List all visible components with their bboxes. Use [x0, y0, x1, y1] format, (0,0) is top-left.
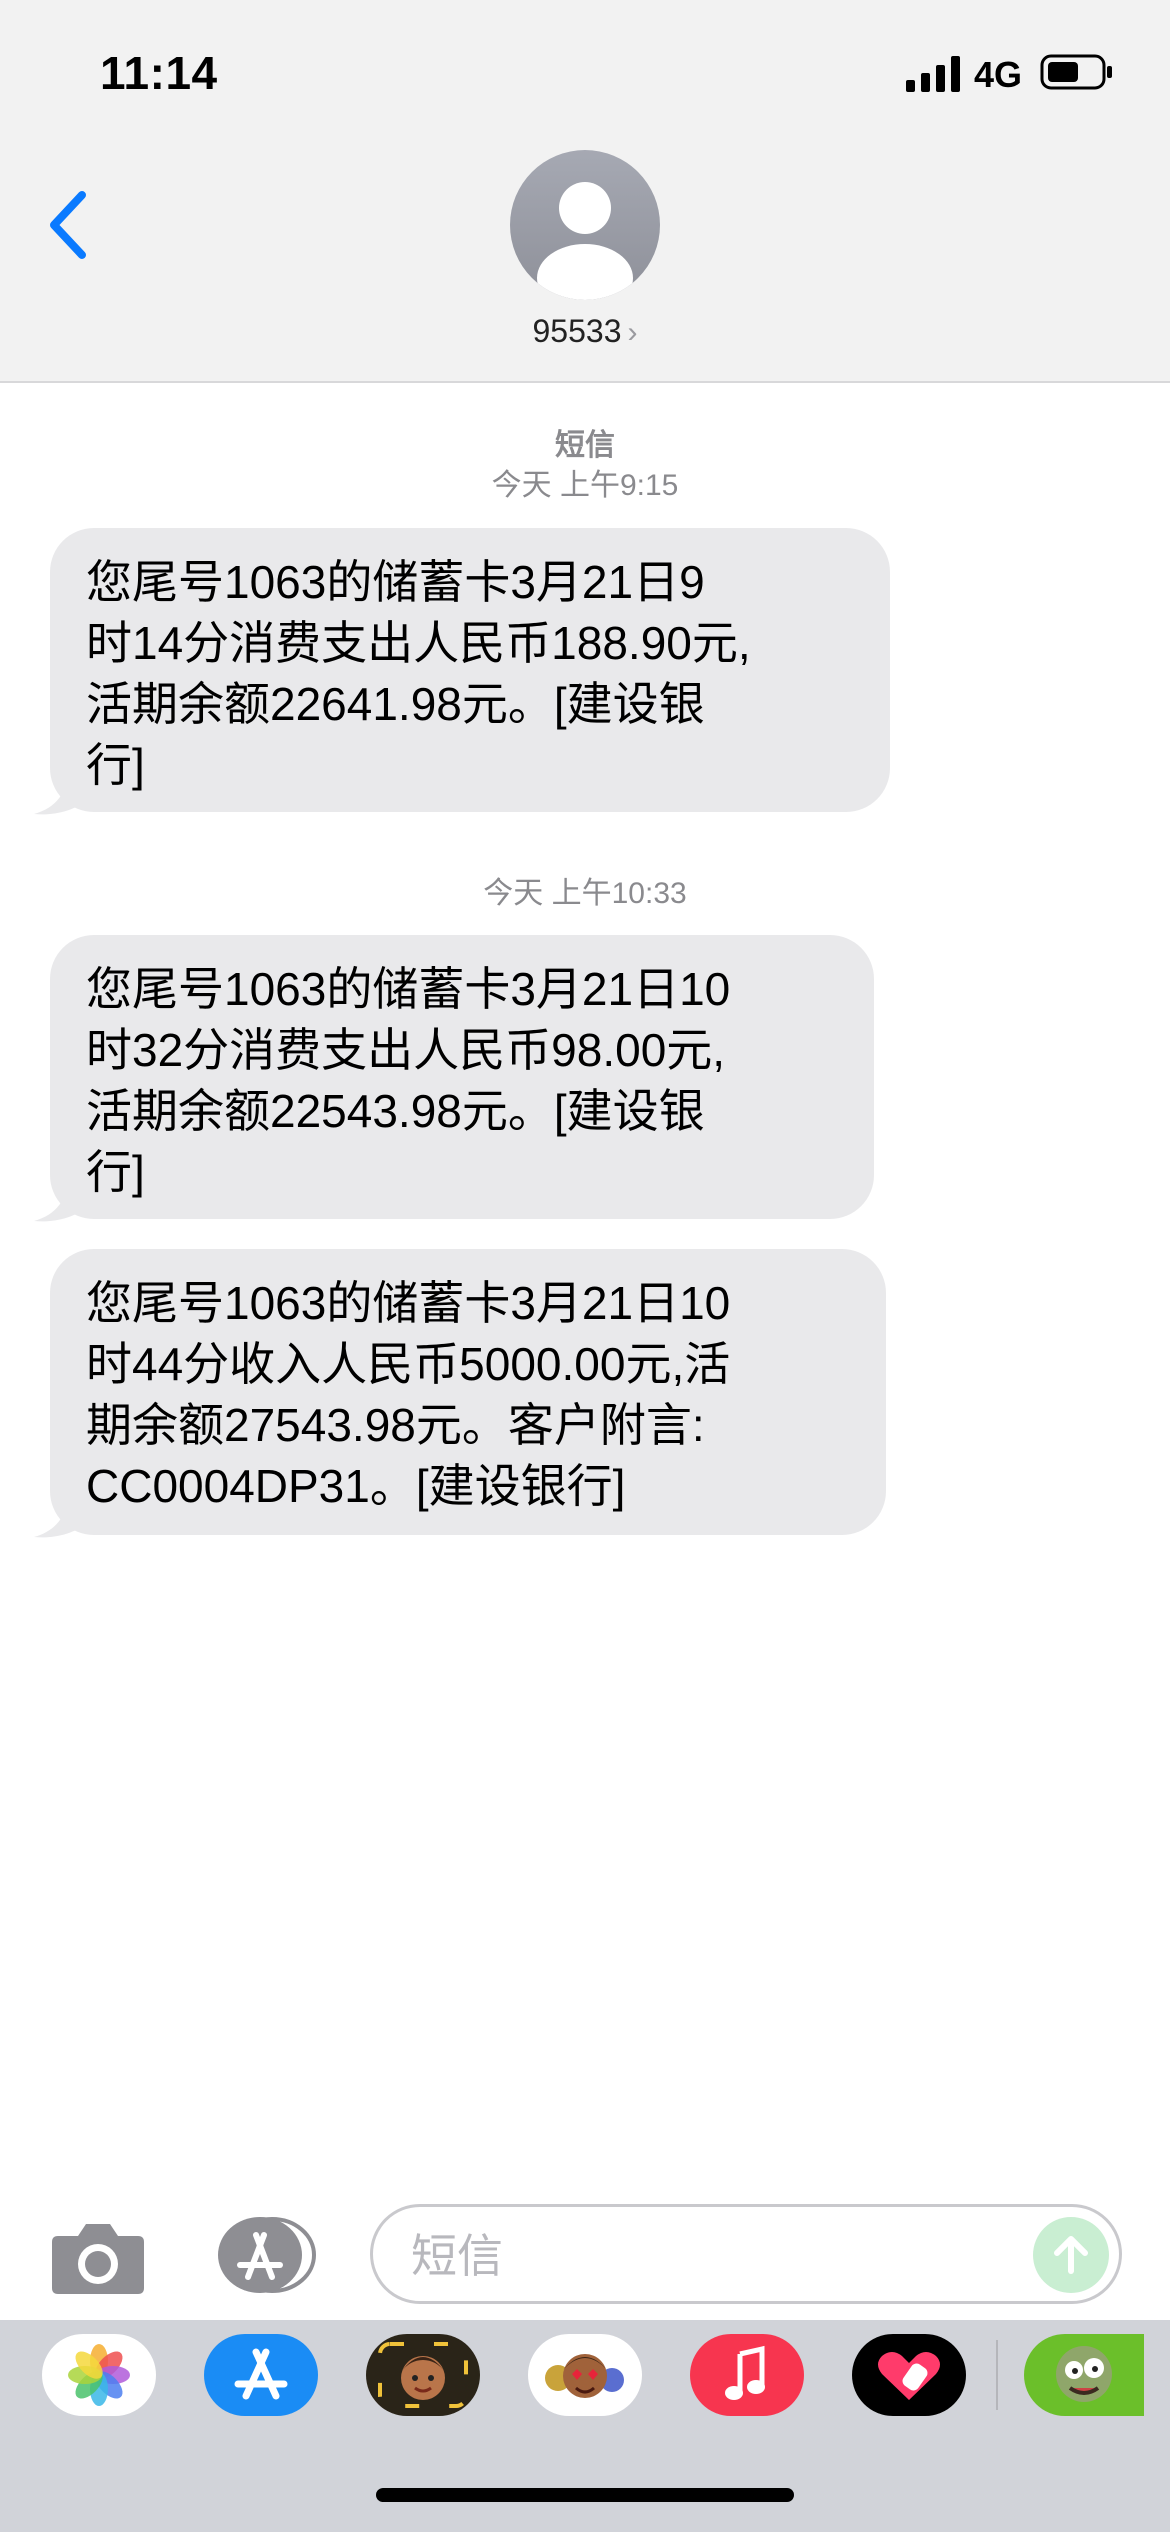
- photos-app-button[interactable]: [42, 2334, 156, 2416]
- cellular-signal-icon: [906, 56, 960, 92]
- message-line: 行]: [86, 1146, 145, 1198]
- back-chevron-icon[interactable]: [40, 185, 100, 265]
- bubble-tail-icon: [34, 770, 88, 815]
- send-button[interactable]: [1033, 2217, 1109, 2293]
- person-silhouette-icon: [537, 182, 633, 300]
- game-app-button[interactable]: [1024, 2334, 1144, 2416]
- bubble-tail-icon: [34, 1177, 88, 1222]
- battery-icon: [1040, 54, 1112, 90]
- status-time: 11:14: [100, 47, 218, 99]
- home-indicator[interactable]: [376, 2488, 794, 2502]
- message-bubble-2[interactable]: 您尾号1063的储蓄卡3月21日10 时32分消费支出人民币98.00元, 活期…: [50, 935, 874, 1219]
- memoji-app-button[interactable]: [366, 2334, 480, 2416]
- arrow-up-icon: [1054, 2236, 1088, 2274]
- contact-name[interactable]: 95533 ›: [0, 313, 1170, 350]
- message-line: 活期余额22641.98元。[建设银: [86, 678, 705, 730]
- network-type: 4G: [974, 54, 1023, 95]
- app-store-icon: [234, 2348, 288, 2400]
- animoji-icon: [545, 2354, 624, 2398]
- app-store-app-button[interactable]: [204, 2334, 318, 2416]
- tray-divider: [996, 2340, 998, 2410]
- photos-icon: [68, 2344, 130, 2406]
- timestamp-2: 今天 上午10:33: [483, 877, 687, 910]
- conversation-header: 11:14 4G 95533 ›: [0, 0, 1170, 383]
- message-line: 期余额27543.98元。客户附言:: [86, 1399, 705, 1451]
- timestamp-1: 今天 上午9:15: [491, 469, 679, 502]
- message-bubble-1[interactable]: 您尾号1063的储蓄卡3月21日9 时14分消费支出人民币188.90元, 活期…: [50, 528, 890, 812]
- music-icon: [725, 2345, 765, 2400]
- message-line: 活期余额22543.98元。[建设银: [86, 1085, 705, 1137]
- message-line: 时14分消费支出人民币188.90元,: [86, 617, 751, 669]
- digital-touch-app-button[interactable]: [852, 2334, 966, 2416]
- message-service-label: 短信: [0, 420, 1170, 464]
- message-bubble-3[interactable]: 您尾号1063的储蓄卡3月21日10 时44分收入人民币5000.00元,活 期…: [50, 1249, 886, 1535]
- apps-button-icon[interactable]: [210, 2215, 320, 2295]
- memoji-icon: [378, 2342, 468, 2408]
- message-line: 您尾号1063的储蓄卡3月21日9: [86, 556, 705, 608]
- contact-chevron-icon: ›: [627, 316, 638, 349]
- message-line: 您尾号1063的储蓄卡3月21日10: [86, 1277, 731, 1329]
- animoji-app-button[interactable]: [528, 2334, 642, 2416]
- camera-icon[interactable]: [50, 2218, 146, 2296]
- message-line: 时44分收入人民币5000.00元,活: [86, 1338, 731, 1390]
- contact-avatar[interactable]: [510, 150, 660, 300]
- game-icon: [1056, 2346, 1112, 2402]
- message-input[interactable]: [409, 2225, 1013, 2287]
- heart-sticker-icon: [878, 2352, 940, 2400]
- service-label-text: 短信: [555, 429, 615, 462]
- message-input-field[interactable]: [370, 2204, 1122, 2304]
- music-app-button[interactable]: [690, 2334, 804, 2416]
- message-line: 行]: [86, 739, 145, 791]
- message-line: CC0004DP31。[建设银行]: [86, 1460, 626, 1512]
- contact-number[interactable]: 95533: [533, 313, 622, 349]
- message-line: 时32分消费支出人民币98.00元,: [86, 1024, 726, 1076]
- bubble-tail-icon: [34, 1493, 88, 1538]
- message-line: 您尾号1063的储蓄卡3月21日10: [86, 963, 731, 1015]
